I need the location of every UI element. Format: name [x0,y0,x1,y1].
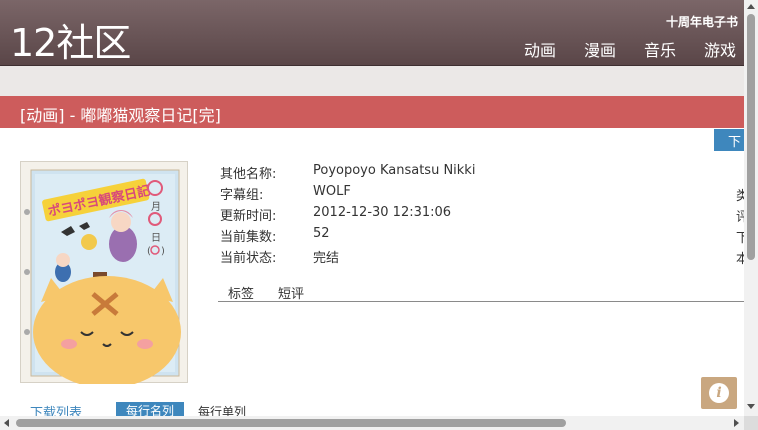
nav-item-music[interactable]: 音乐 [644,37,676,61]
info-value: Poyopoyo Kansatsu Nikki [313,163,476,178]
info-tabs: 标签 短评 [218,282,744,302]
scroll-left-arrow-icon[interactable] [4,419,9,427]
nav-item-anime[interactable]: 动画 [524,37,556,61]
horizontal-scrollbar[interactable] [0,416,744,430]
poster-image: ポヨポヨ観察日記 月 日 ( ) [20,161,188,384]
scroll-right-arrow-icon[interactable] [734,419,739,427]
info-label: 字幕组: [220,188,264,203]
info-value: 完结 [313,251,340,266]
sub-band [0,66,744,96]
horizontal-scroll-thumb[interactable] [16,419,566,427]
info-label: 当前状态: [220,251,277,266]
info-value[interactable]: WOLF [313,184,351,199]
vertical-scroll-thumb[interactable] [747,14,755,260]
poster-date-month: 月 [151,201,161,213]
ebook-link[interactable]: 十周年电子书 [666,13,738,30]
info-value: 52 [313,226,330,241]
download-list-bar: 下载列表 每行名列 每行单列 [0,400,744,421]
poster-date-close: ) [161,246,165,257]
nav-item-manga[interactable]: 漫画 [584,37,616,61]
title-bar: [动画] - 嘟嘟猫观察日记[完] [0,96,744,128]
site-logo[interactable]: 12社区 [10,12,131,67]
info-button[interactable]: i [701,377,737,409]
poster-date-day: 日 [151,233,161,244]
info-icon: i [709,383,729,403]
info-label: 更新时间: [220,209,277,224]
vertical-scrollbar[interactable] [744,0,758,416]
scroll-down-arrow-icon[interactable] [747,404,755,409]
poster-date-open: ( [147,246,151,257]
info-label: 当前集数: [220,230,277,245]
tab-comments[interactable]: 短评 [278,283,304,302]
scrollbar-corner [744,416,758,430]
main-nav: 动画 漫画 音乐 游戏 [496,37,736,61]
info-value: 2012-12-30 12:31:06 [313,205,452,220]
nav-item-games[interactable]: 游戏 [704,37,736,61]
info-label: 其他名称: [220,167,277,182]
site-header: 12社区 十周年电子书 动画 漫画 音乐 游戏 [0,0,744,66]
page-title: [动画] - 嘟嘟猫观察日记[完] [20,106,221,125]
download-button[interactable]: 下 [714,129,744,151]
tab-tags[interactable]: 标签 [228,283,254,302]
scroll-up-arrow-icon[interactable] [747,4,755,9]
